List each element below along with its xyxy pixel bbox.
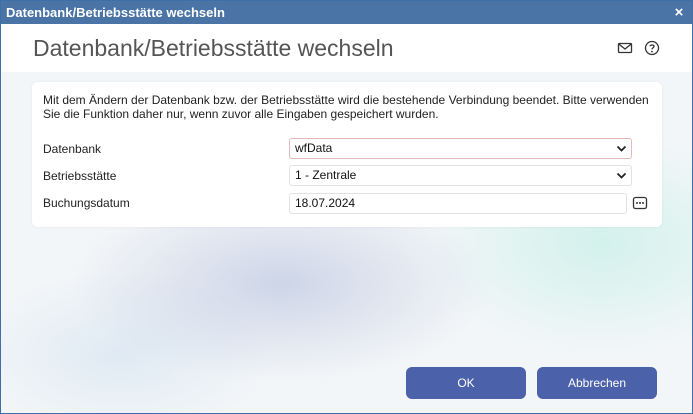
title-bar: Datenbank/Betriebsstätte wechseln × <box>1 1 692 24</box>
page-title: Datenbank/Betriebsstätte wechseln <box>33 35 394 61</box>
dialog-window: Datenbank/Betriebsstätte wechseln × Date… <box>0 0 693 414</box>
info-text: Mit dem Ändern der Datenbank bzw. der Be… <box>43 93 649 121</box>
cancel-button[interactable]: Abbrechen <box>537 367 657 399</box>
datenbank-value: wfData <box>295 141 333 155</box>
buchungsdatum-input[interactable]: 18.07.2024 <box>289 193 627 214</box>
dialog-header: Datenbank/Betriebsstätte wechseln <box>1 24 692 72</box>
buchungsdatum-label: Buchungsdatum <box>43 196 130 210</box>
window-title: Datenbank/Betriebsstätte wechseln <box>6 5 225 20</box>
betriebsstaette-select[interactable]: 1 - Zentrale <box>289 165 632 186</box>
mail-icon[interactable] <box>617 40 633 56</box>
chevron-down-icon <box>616 145 627 152</box>
chevron-down-icon <box>616 172 627 179</box>
betriebsstaette-value: 1 - Zentrale <box>295 168 357 182</box>
datenbank-select[interactable]: wfData <box>289 138 632 159</box>
close-icon[interactable]: × <box>672 1 686 24</box>
date-picker-icon[interactable] <box>632 195 648 211</box>
dialog-body: Datenbank/Betriebsstätte wechseln Mit de… <box>1 24 692 413</box>
settings-panel: Mit dem Ändern der Datenbank bzw. der Be… <box>32 82 662 227</box>
datenbank-label: Datenbank <box>43 142 102 156</box>
betriebsstaette-label: Betriebsstätte <box>43 169 117 183</box>
help-icon[interactable] <box>644 40 660 56</box>
ok-button[interactable]: OK <box>406 367 526 399</box>
